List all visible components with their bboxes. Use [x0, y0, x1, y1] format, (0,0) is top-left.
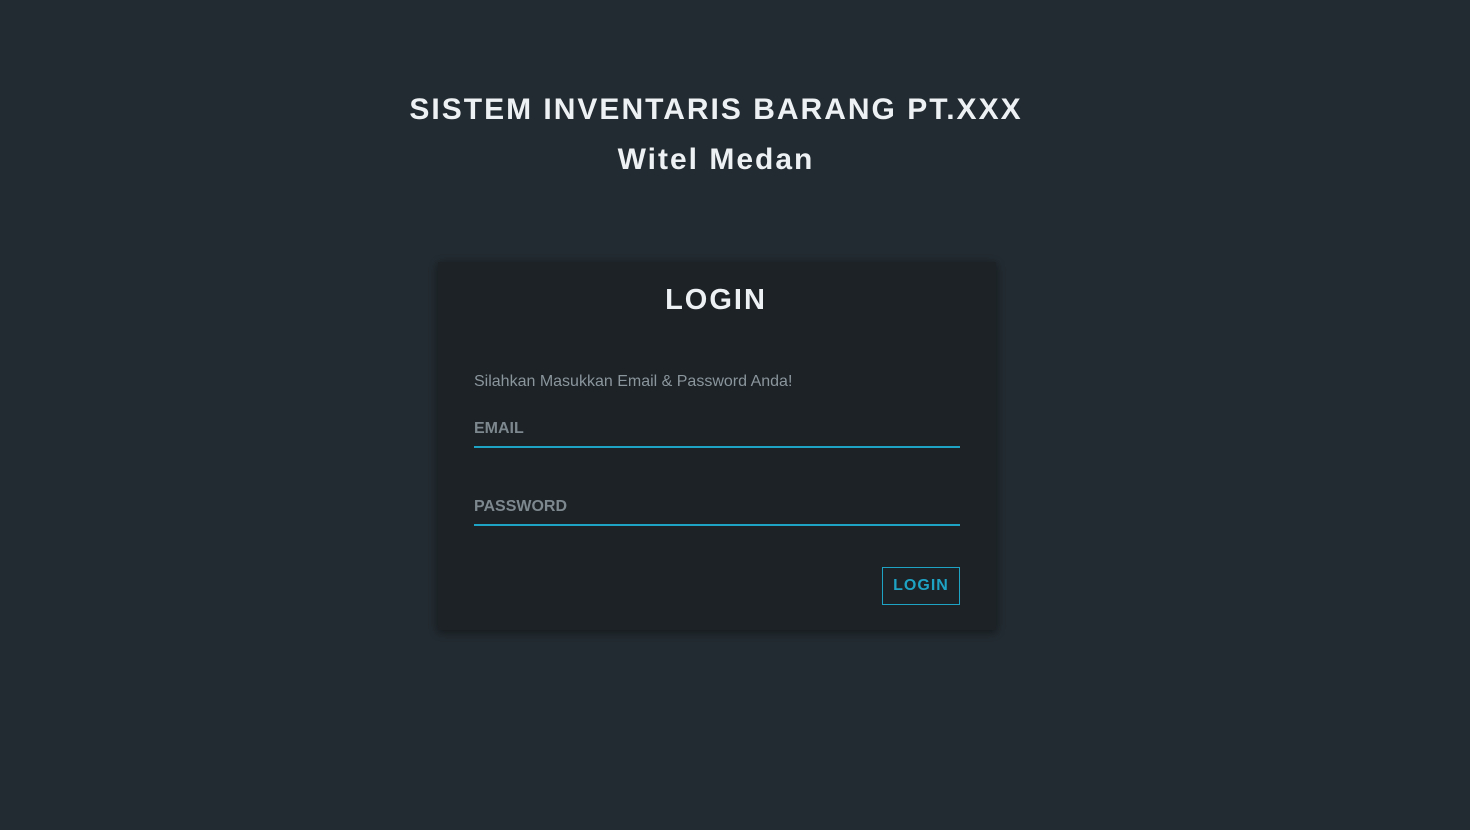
- password-field[interactable]: [474, 496, 960, 526]
- app-title: SISTEM INVENTARIS BARANG PT.XXX: [409, 93, 1023, 126]
- login-instruction: Silahkan Masukkan Email & Password Anda!: [474, 373, 793, 390]
- login-page: SISTEM INVENTARIS BARANG PT.XXX Witel Me…: [0, 0, 1470, 830]
- login-card-title: LOGIN: [665, 284, 767, 316]
- app-subtitle: Witel Medan: [617, 143, 815, 176]
- email-field[interactable]: [474, 418, 960, 448]
- page-header: SISTEM INVENTARIS BARANG PT.XXX Witel Me…: [0, 88, 1432, 182]
- login-button[interactable]: LOGIN: [882, 567, 960, 605]
